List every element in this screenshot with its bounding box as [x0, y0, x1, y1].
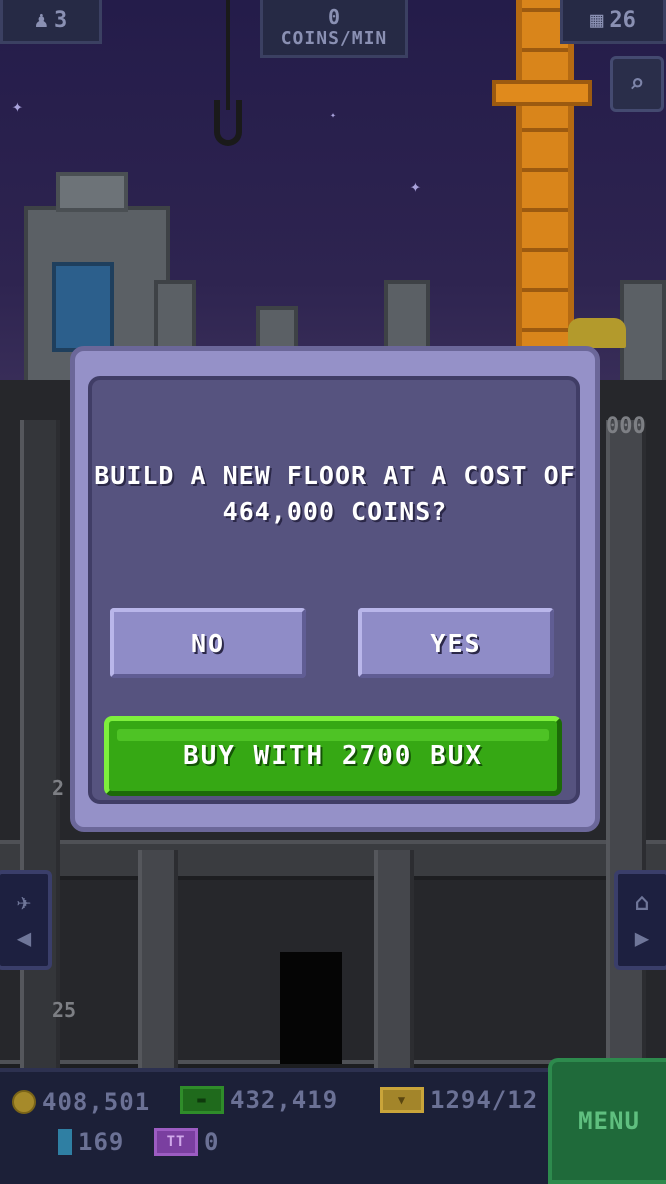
no-button-label: NO: [190, 628, 226, 658]
coins-per-minute-label: COINS/MIN: [280, 27, 388, 49]
elevator-nav-left-button[interactable]: ✈ ◀: [0, 870, 52, 970]
dialog-message: BUILD A NEW FLOOR AT A COST OF 464,000 C…: [94, 461, 576, 526]
cash-icon: ▬: [180, 1086, 224, 1114]
bux-value: 432,419: [230, 1086, 339, 1114]
star-icon: ✦: [330, 110, 337, 121]
floor-nav-right-button[interactable]: ⌂ ▶: [614, 870, 666, 970]
star-icon: ✦: [12, 96, 23, 117]
arrow-left-icon: ◀: [16, 924, 32, 952]
tickets-stat: TT 0: [154, 1128, 219, 1156]
rooftop-vent: [56, 172, 128, 212]
crane-cable: [226, 0, 230, 110]
buy-with-bux-label: BUY WITH 2700 BUX: [182, 741, 484, 771]
yes-button[interactable]: YES: [358, 608, 554, 678]
menu-label: MENU: [578, 1107, 640, 1135]
floor-doorway: [280, 952, 342, 1064]
menu-button[interactable]: MENU: [548, 1058, 666, 1184]
coin-pile: [568, 318, 626, 348]
buy-with-bux-button[interactable]: BUY WITH 2700 BUX: [104, 716, 562, 796]
chest-icon: ▼: [380, 1087, 424, 1113]
no-button[interactable]: NO: [110, 608, 306, 678]
search-button[interactable]: ⌕: [610, 56, 664, 112]
coins-per-minute: 0 COINS/MIN: [260, 0, 408, 58]
coins-stat: 408,501: [12, 1088, 150, 1116]
yes-button-label: YES: [430, 628, 482, 658]
rooftop-door: [52, 262, 114, 352]
storage-stat: ▼ 1294/12: [380, 1086, 538, 1114]
floor-count[interactable]: ▦ 26: [560, 0, 666, 44]
storage-value: 1294/12: [430, 1086, 539, 1114]
floor-number: 25: [52, 998, 77, 1022]
rooftop-parapet: [620, 280, 666, 390]
magnifier-icon: ⌕: [629, 69, 645, 99]
coins-per-minute-value: 0: [327, 4, 341, 29]
elevator-shaft: [20, 420, 60, 1070]
star-icon: ✦: [410, 176, 421, 197]
person-icon: ✈: [16, 888, 32, 916]
building-icon: ▦: [590, 8, 604, 33]
bitizens-stat: 169: [58, 1128, 124, 1156]
floor-sign: 000: [606, 414, 646, 439]
floor-count-value: 26: [609, 8, 636, 33]
bitizens-value: 169: [78, 1128, 125, 1156]
bitizen-count[interactable]: ♟ 3: [0, 0, 102, 44]
construction-crane: [516, 0, 574, 360]
person-icon: ♟: [34, 8, 48, 33]
bitizen-count-value: 3: [54, 8, 68, 33]
bux-stat: ▬ 432,419: [180, 1086, 338, 1114]
ticket-icon: TT: [154, 1128, 198, 1156]
coins-value: 408,501: [42, 1088, 151, 1116]
building-pillar: [606, 420, 646, 1070]
building-pillar: [374, 850, 414, 1070]
building-pillar: [138, 850, 178, 1070]
tickets-value: 0: [204, 1128, 220, 1156]
crane-arm: [492, 80, 592, 106]
coin-icon: [12, 1090, 36, 1114]
bitizen-icon: [58, 1129, 72, 1155]
home-icon: ⌂: [634, 888, 650, 916]
floor-number: 2: [52, 776, 65, 800]
crane-hook-icon: [214, 100, 242, 146]
floor-divider: [0, 840, 666, 880]
arrow-right-icon: ▶: [634, 924, 650, 952]
